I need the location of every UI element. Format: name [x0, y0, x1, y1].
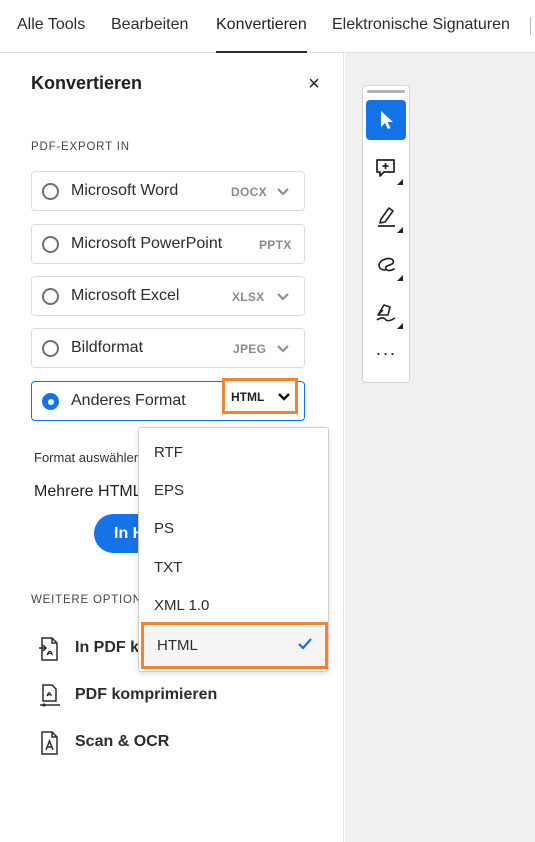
option-microsoft-powerpoint[interactable]: Microsoft PowerPoint PPTX	[31, 224, 305, 264]
radio-button[interactable]	[42, 183, 59, 200]
tab-elektronische-signaturen[interactable]: Elektronische Signaturen	[332, 0, 510, 53]
more-options-corner	[397, 323, 403, 329]
highlight-button[interactable]	[366, 196, 406, 236]
export-section-label: PDF-EXPORT IN	[31, 141, 130, 153]
option-label: Bildformat	[71, 339, 144, 356]
option-label: Microsoft PowerPoint	[71, 235, 223, 252]
multiple-html-text: Mehrere HTML-	[34, 483, 147, 500]
option-bildformat[interactable]: Bildformat JPEG	[31, 328, 305, 368]
option-label: Microsoft Excel	[71, 287, 180, 304]
compress-pdf-icon	[40, 684, 60, 707]
more-item-label: Scan & OCR	[75, 733, 170, 750]
format-badge: PPTX	[259, 238, 292, 252]
option-label: Microsoft Word	[71, 182, 179, 199]
chevron-down-icon	[278, 393, 290, 401]
add-comment-button[interactable]	[366, 148, 406, 188]
add-comment-icon	[376, 159, 395, 177]
dropdown-item-eps[interactable]: EPS	[139, 472, 328, 510]
format-badge: DOCX	[231, 185, 267, 199]
chevron-down-icon[interactable]	[276, 341, 290, 355]
tab-divider	[530, 17, 531, 35]
more-tools-button[interactable]: ···	[363, 344, 409, 362]
drag-handle[interactable]	[367, 90, 405, 93]
format-badge: JPEG	[233, 342, 267, 356]
checkmark-icon	[298, 638, 312, 650]
format-badge: XLSX	[232, 290, 265, 304]
sign-icon	[376, 304, 396, 322]
draw-button[interactable]	[366, 244, 406, 284]
chevron-down-icon[interactable]	[276, 184, 290, 198]
format-select[interactable]: HTML	[222, 378, 298, 414]
option-label: Anderes Format	[71, 392, 186, 409]
format-select-value: HTML	[231, 390, 265, 404]
dropdown-item-xml[interactable]: XML 1.0	[139, 587, 328, 625]
dropdown-item-txt[interactable]: TXT	[139, 549, 328, 587]
more-item-label: PDF komprimieren	[75, 686, 218, 703]
chevron-down-icon[interactable]	[276, 289, 290, 303]
draw-freehand-icon	[378, 257, 395, 272]
tab-alle-tools[interactable]: Alle Tools	[17, 0, 85, 53]
select-tool-button[interactable]	[366, 100, 406, 140]
highlight-icon	[378, 207, 395, 227]
radio-button-selected[interactable]	[42, 393, 59, 410]
sign-button[interactable]	[366, 292, 406, 332]
more-options-corner	[397, 179, 403, 185]
convert-to-pdf-icon	[39, 637, 58, 661]
option-microsoft-word[interactable]: Microsoft Word DOCX	[31, 171, 305, 211]
dropdown-item-rtf[interactable]: RTF	[139, 434, 328, 472]
radio-button[interactable]	[42, 236, 59, 253]
option-microsoft-excel[interactable]: Microsoft Excel XLSX	[31, 276, 305, 316]
format-select-hint: Format auswählen	[34, 450, 141, 465]
quick-tools-rail: ···	[362, 85, 410, 383]
top-tabs-bar: Alle Tools Bearbeiten Konvertieren Elekt…	[0, 0, 535, 53]
dropdown-item-label: HTML	[157, 637, 198, 654]
option-anderes-format[interactable]: Anderes Format HTML	[31, 378, 305, 421]
more-options-corner	[397, 227, 403, 233]
close-button[interactable]: ×	[304, 74, 324, 94]
scan-ocr-icon	[41, 731, 58, 755]
radio-button[interactable]	[42, 340, 59, 357]
tab-bearbeiten[interactable]: Bearbeiten	[111, 0, 188, 53]
select-cursor-icon	[381, 111, 393, 129]
radio-button[interactable]	[42, 288, 59, 305]
dropdown-item-ps[interactable]: PS	[139, 510, 328, 548]
more-options-corner	[397, 275, 403, 281]
tab-konvertieren[interactable]: Konvertieren	[216, 0, 307, 53]
dropdown-item-html-selected[interactable]: HTML	[141, 622, 328, 669]
format-dropdown-menu: RTF EPS PS TXT XML 1.0 HTML	[138, 427, 329, 672]
panel-title: Konvertieren	[31, 73, 143, 93]
